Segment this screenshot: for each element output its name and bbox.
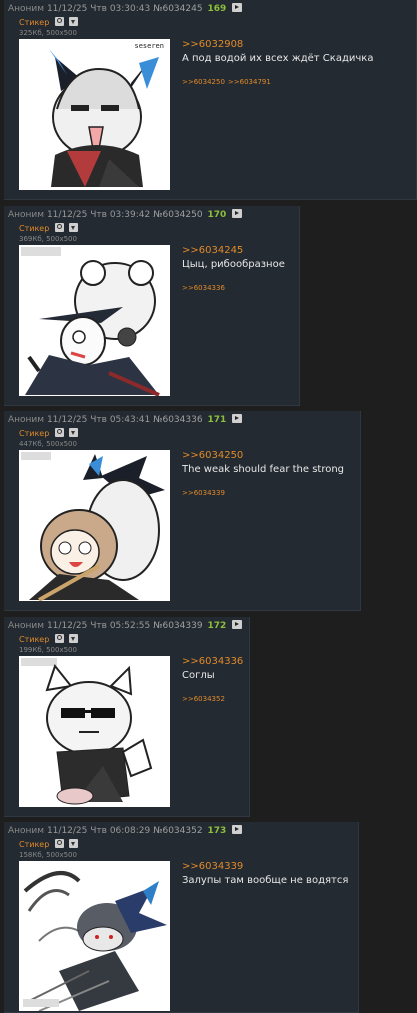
quote-link[interactable]: >>6034339 xyxy=(182,861,348,872)
post-author: Аноним xyxy=(8,826,45,836)
post-body: >>6034250 The weak should fear the stron… xyxy=(182,450,344,497)
post-datetime: 11/12/25 Чтв 03:30:43 xyxy=(46,4,151,14)
post-header: Аноним 11/12/25 Чтв 05:43:41 №6034336 17… xyxy=(8,414,243,425)
sticker-image[interactable] xyxy=(19,861,170,1011)
reply-links: >>6034352 xyxy=(182,695,243,703)
file-meta: 199Кб, 500x500 xyxy=(19,646,77,654)
file-label-link[interactable]: Стикер xyxy=(19,429,49,438)
reply-links: >>6034336 xyxy=(182,284,285,292)
sticker-image[interactable] xyxy=(19,656,170,807)
post-6034250: Аноним 11/12/25 Чтв 03:39:42 №6034250 17… xyxy=(4,206,300,406)
quote-link[interactable]: >>6034245 xyxy=(182,245,285,256)
play-icon[interactable] xyxy=(232,620,243,629)
file-label-link[interactable]: Стикер xyxy=(19,635,49,644)
file-meta: 325Кб, 500x500 xyxy=(19,29,77,37)
post-author: Аноним xyxy=(8,415,45,425)
download-icon[interactable] xyxy=(69,223,79,232)
download-icon[interactable] xyxy=(69,634,79,643)
post-header: Аноним 11/12/25 Чтв 03:39:42 №6034250 17… xyxy=(8,209,243,220)
sticker-drawing xyxy=(23,871,167,1011)
play-icon[interactable] xyxy=(232,414,243,423)
post-number: 169 xyxy=(207,4,227,14)
file-label-link[interactable]: Стикер xyxy=(19,224,49,233)
post-message: Цыц, рибообразное xyxy=(182,259,285,270)
search-image-icon[interactable] xyxy=(54,839,64,848)
reply-link[interactable]: >>6034791 xyxy=(228,78,271,86)
post-datetime: 11/12/25 Чтв 05:43:41 xyxy=(46,415,151,425)
sticker-drawing xyxy=(21,658,153,805)
post-message: Соглы xyxy=(182,670,215,681)
download-icon[interactable] xyxy=(69,839,79,848)
reply-link[interactable]: >>6034250 xyxy=(182,78,225,86)
quote-link[interactable]: >>6032908 xyxy=(182,39,373,50)
play-icon[interactable] xyxy=(232,825,243,834)
post-id-link[interactable]: №6034339 xyxy=(153,621,202,631)
file-info: Стикер xyxy=(19,223,79,233)
download-icon[interactable] xyxy=(69,17,79,26)
post-body: >>6032908 А под водой их всех ждёт Скади… xyxy=(182,39,373,86)
search-image-icon[interactable] xyxy=(54,223,64,232)
file-info: Стикер xyxy=(19,839,79,849)
post-datetime: 11/12/25 Чтв 06:08:29 xyxy=(46,826,151,836)
search-image-icon[interactable] xyxy=(54,428,64,437)
download-icon[interactable] xyxy=(69,428,79,437)
play-icon[interactable] xyxy=(232,3,243,12)
post-number: 173 xyxy=(207,826,227,836)
file-info: Стикер xyxy=(19,428,79,438)
post-id-link[interactable]: №6034250 xyxy=(153,210,202,220)
reply-links: >>6034339 xyxy=(182,489,344,497)
file-meta: 369Кб, 500x500 xyxy=(19,235,77,243)
post-id-link[interactable]: №6034336 xyxy=(153,415,202,425)
reply-link[interactable]: >>6034336 xyxy=(182,284,225,292)
post-body: >>6034339 Залупы там вообще не водятся xyxy=(182,861,348,886)
search-image-icon[interactable] xyxy=(54,17,64,26)
sticker-drawing xyxy=(21,452,165,601)
post-author: Аноним xyxy=(8,210,45,220)
sticker-image[interactable] xyxy=(19,245,170,396)
post-number: 170 xyxy=(207,210,227,220)
post-body: >>6034336 Соглы >>6034352 xyxy=(182,656,243,703)
reply-link[interactable]: >>6034352 xyxy=(182,695,225,703)
file-label-link[interactable]: Стикер xyxy=(19,18,49,27)
sticker-drawing xyxy=(21,247,160,396)
post-6034352: Аноним 11/12/25 Чтв 06:08:29 №6034352 17… xyxy=(4,822,359,1013)
sticker-drawing xyxy=(49,49,159,187)
file-info: Стикер xyxy=(19,634,79,644)
sticker-signature: seseren xyxy=(134,42,164,50)
quote-link[interactable]: >>6034336 xyxy=(182,656,243,667)
post-number: 172 xyxy=(207,621,227,631)
post-author: Аноним xyxy=(8,4,45,14)
post-header: Аноним 11/12/25 Чтв 05:52:55 №6034339 17… xyxy=(8,620,243,631)
post-datetime: 11/12/25 Чтв 05:52:55 xyxy=(46,621,151,631)
post-message: The weak should fear the strong xyxy=(182,464,345,475)
quote-link[interactable]: >>6034250 xyxy=(182,450,344,461)
post-6034336: Аноним 11/12/25 Чтв 05:43:41 №6034336 17… xyxy=(4,411,361,611)
search-image-icon[interactable] xyxy=(54,634,64,643)
reply-link[interactable]: >>6034339 xyxy=(182,489,225,497)
file-meta: 447Кб, 500x500 xyxy=(19,440,77,448)
post-number: 171 xyxy=(207,415,227,425)
post-id-link[interactable]: №6034352 xyxy=(153,826,202,836)
file-meta: 158Кб, 500x500 xyxy=(19,851,77,859)
post-message: Залупы там вообще не водятся xyxy=(182,875,349,886)
post-6034245: Аноним 11/12/25 Чтв 03:30:43 №6034245 16… xyxy=(4,0,417,200)
post-datetime: 11/12/25 Чтв 03:39:42 xyxy=(46,210,151,220)
post-id-link[interactable]: №6034245 xyxy=(153,4,202,14)
file-info: Стикер xyxy=(19,17,79,27)
post-message: А под водой их всех ждёт Скадичка xyxy=(182,53,374,64)
reply-links: >>6034250 >>6034791 xyxy=(182,78,373,86)
post-body: >>6034245 Цыц, рибообразное >>6034336 xyxy=(182,245,285,292)
post-6034339: Аноним 11/12/25 Чтв 05:52:55 №6034339 17… xyxy=(4,617,250,817)
post-header: Аноним 11/12/25 Чтв 06:08:29 №6034352 17… xyxy=(8,825,243,836)
play-icon[interactable] xyxy=(232,209,243,218)
sticker-image[interactable]: seseren xyxy=(19,39,170,190)
sticker-image[interactable] xyxy=(19,450,170,601)
post-header: Аноним 11/12/25 Чтв 03:30:43 №6034245 16… xyxy=(8,3,243,14)
post-author: Аноним xyxy=(8,621,45,631)
file-label-link[interactable]: Стикер xyxy=(19,840,49,849)
